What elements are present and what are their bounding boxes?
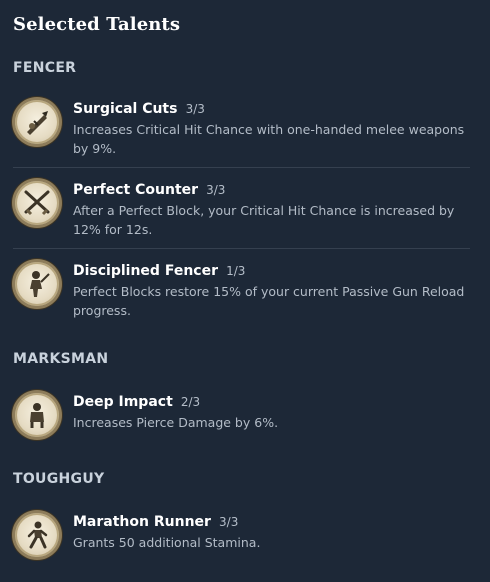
talent-rank: 1/3 — [226, 264, 246, 278]
runner-icon — [15, 513, 59, 557]
panel-title: Selected Talents — [13, 14, 181, 35]
section-header-fencer: FENCER — [13, 60, 77, 76]
talent-description: Increases Critical Hit Chance with one-h… — [73, 122, 465, 156]
talent-description: Increases Pierce Damage by 6%. — [73, 415, 279, 430]
talent-name: Surgical Cuts — [73, 101, 178, 117]
talent-rank: 3/3 — [206, 183, 226, 197]
talent-name: Perfect Counter — [73, 182, 199, 198]
crossed-swords-icon — [15, 181, 59, 225]
divider — [13, 167, 470, 168]
section-header-marksman: MARKSMAN — [13, 351, 109, 367]
talent-description: Perfect Blocks restore 15% of your curre… — [73, 284, 465, 318]
divider — [13, 248, 470, 249]
talent-name: Disciplined Fencer — [73, 263, 218, 279]
talent-name: Deep Impact — [73, 394, 173, 410]
section-header-toughguy: TOUGHGUY — [13, 471, 105, 487]
talent-description: Grants 50 additional Stamina. — [73, 535, 261, 550]
talent-rank: 3/3 — [185, 102, 205, 116]
deep-impact-icon — [15, 393, 59, 437]
surgical-cuts-icon — [15, 100, 59, 144]
fencer-figure-icon — [15, 262, 59, 306]
talent-description: After a Perfect Block, your Critical Hit… — [73, 203, 455, 237]
talent-name: Marathon Runner — [73, 514, 211, 530]
selected-talents-panel: Selected Talents FENCER Surgical Cuts 3/… — [0, 0, 490, 582]
talent-rank: 3/3 — [219, 515, 239, 529]
talent-rank: 2/3 — [180, 395, 201, 409]
